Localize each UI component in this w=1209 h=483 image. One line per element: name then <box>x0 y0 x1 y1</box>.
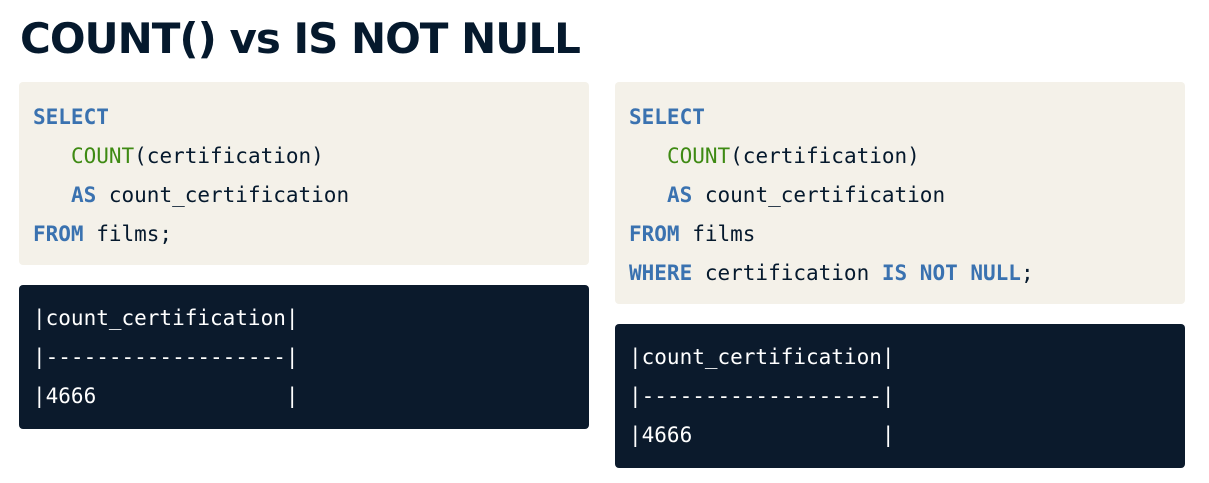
keyword-select: SELECT <box>33 105 109 129</box>
output-value-row: |4666 | <box>629 423 895 447</box>
keyword-as: AS <box>70 183 97 207</box>
keyword-is-not-null: IS NOT NULL <box>881 261 1021 285</box>
alias-name: count_certification <box>96 183 350 207</box>
code-line-alias: AS count_certification <box>33 176 575 215</box>
function-count: COUNT <box>666 144 731 168</box>
code-line-count: COUNT(certification) <box>629 137 1171 176</box>
code-line-select: SELECT <box>33 98 575 137</box>
count-argument: (certification) <box>134 144 324 168</box>
alias-name: count_certification <box>692 183 946 207</box>
table-name: films; <box>83 222 173 246</box>
count-argument: (certification) <box>730 144 920 168</box>
left-query-code-block: SELECT COUNT(certification) AS count_cer… <box>19 82 589 265</box>
right-query-code-block: SELECT COUNT(certification) AS count_cer… <box>615 82 1185 304</box>
keyword-from: FROM <box>33 222 84 246</box>
output-header-row: |count_certification| <box>33 306 299 330</box>
right-query-output: |count_certification| |-----------------… <box>615 324 1185 468</box>
table-name: films <box>679 222 756 246</box>
code-line-from: FROM films; <box>33 215 575 254</box>
output-value-row: |4666 | <box>33 384 299 408</box>
keyword-from: FROM <box>629 222 680 246</box>
function-count: COUNT <box>70 144 135 168</box>
code-line-from: FROM films <box>629 215 1171 254</box>
code-line-count: COUNT(certification) <box>33 137 575 176</box>
statement-terminator: ; <box>1020 261 1034 285</box>
output-separator-row: |-------------------| <box>629 384 895 408</box>
keyword-as: AS <box>666 183 693 207</box>
slide-title: COUNT() vs IS NOT NULL <box>20 14 581 63</box>
where-column: certification <box>692 261 882 285</box>
keyword-where: WHERE <box>629 261 693 285</box>
code-line-alias: AS count_certification <box>629 176 1171 215</box>
output-separator-row: |-------------------| <box>33 345 299 369</box>
output-header-row: |count_certification| <box>629 345 895 369</box>
code-line-select: SELECT <box>629 98 1171 137</box>
code-line-where: WHERE certification IS NOT NULL; <box>629 254 1171 293</box>
left-query-output: |count_certification| |-----------------… <box>19 285 589 429</box>
keyword-select: SELECT <box>629 105 705 129</box>
